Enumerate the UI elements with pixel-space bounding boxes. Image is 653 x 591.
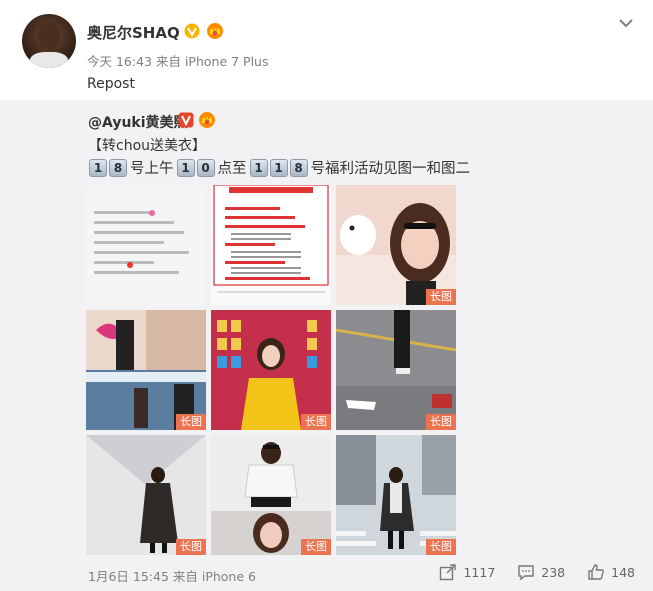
comment-count: 238: [541, 564, 566, 580]
original-post[interactable]: @Ayuki黄美熙 【转chou送美衣】 1 8 号上午 1 0 点至 1 1 …: [0, 100, 653, 591]
avatar-face: [38, 22, 60, 50]
post-header: 奥尼尔SHAQ 今天 16:43 来自 iPhone 7 Plus Repost: [0, 0, 653, 100]
keycap-digit: 1: [89, 158, 107, 177]
coat-photo-graphic: [86, 435, 206, 555]
keycap-digit: 8: [109, 158, 127, 177]
action-bar: 1117 238 148: [439, 563, 635, 581]
verified-v-icon: [184, 23, 200, 39]
verified-v-icon: [178, 112, 194, 128]
image-9[interactable]: 长图: [336, 435, 456, 555]
text-segment: 点至: [217, 161, 247, 177]
comment-button[interactable]: 238: [517, 563, 565, 581]
long-image-badge: 长图: [426, 414, 456, 430]
image-6[interactable]: 长图: [336, 310, 456, 430]
image-8[interactable]: 长图: [211, 435, 331, 555]
promo-image-graphic: [211, 185, 331, 305]
image-4[interactable]: 长图: [86, 310, 206, 430]
long-image-badge: 长图: [301, 414, 331, 430]
repost-text: Repost: [87, 76, 135, 92]
username[interactable]: 奥尼尔SHAQ: [87, 22, 180, 43]
chevron-down-icon[interactable]: [617, 14, 635, 32]
vending-photo-graphic: [211, 310, 331, 430]
long-image-badge: 长图: [176, 539, 206, 555]
keycap-digit: 8: [289, 158, 308, 177]
comment-icon: [518, 565, 534, 581]
repost-icon: [440, 564, 457, 581]
note-image-graphic: [86, 185, 206, 305]
vip-crown-icon: [207, 23, 223, 39]
image-1[interactable]: [86, 185, 206, 305]
keycap-digit: 0: [196, 158, 215, 177]
like-button[interactable]: 148: [587, 563, 635, 581]
street-photo-graphic: [336, 310, 456, 430]
repost-count: 1117: [463, 564, 496, 580]
thumbs-up-icon: [588, 564, 604, 580]
image-5[interactable]: 长图: [211, 310, 331, 430]
portrait-image-graphic: [336, 185, 456, 305]
text-segment: 号上午: [130, 161, 174, 177]
long-image-badge: 长图: [301, 539, 331, 555]
original-text-line1: 【转chou送美衣】: [88, 138, 207, 154]
sweater-photo-graphic: [211, 435, 331, 555]
keycap-digit: 1: [176, 158, 195, 177]
image-3[interactable]: 长图: [336, 185, 456, 305]
image-7[interactable]: 长图: [86, 435, 206, 555]
original-username[interactable]: @Ayuki黄美熙: [88, 112, 188, 132]
original-meta: 1月6日 15:45 来自 iPhone 6: [88, 569, 256, 584]
long-image-badge: 长图: [426, 289, 456, 305]
crosswalk-photo-graphic: [336, 435, 456, 555]
photo-collage-graphic: [86, 310, 206, 430]
original-text-line2: 1 8 号上午 1 0 点至 1 1 8 号福利活动见图一和图二: [88, 157, 472, 178]
repost-button[interactable]: 1117: [439, 563, 495, 581]
long-image-badge: 长图: [176, 414, 206, 430]
image-2[interactable]: [211, 185, 331, 305]
long-image-badge: 长图: [426, 539, 456, 555]
keycap-digit: 1: [249, 158, 268, 177]
keycap-digit: 1: [269, 158, 288, 177]
like-count: 148: [611, 564, 635, 580]
avatar[interactable]: [22, 14, 76, 68]
vip-crown-icon: [199, 112, 215, 128]
post-meta: 今天 16:43 来自 iPhone 7 Plus: [87, 54, 269, 69]
avatar-shirt: [30, 52, 68, 68]
text-segment: 号福利活动见图一和图二: [310, 161, 471, 177]
